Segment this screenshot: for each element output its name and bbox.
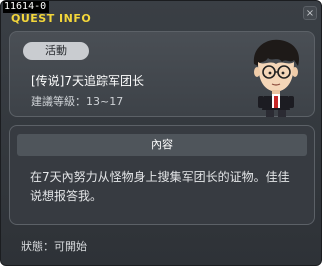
title-bar[interactable]: 11614-0 QUEST INFO × [1, 1, 321, 27]
quest-content-panel: 內容 在7天內努力从怪物身上搜集军团长的证物。佳佳说想报答我。 [9, 125, 315, 225]
close-icon: × [305, 8, 315, 19]
quest-status: 狀態：可開始 [21, 240, 87, 253]
close-button[interactable]: × [303, 6, 317, 20]
quest-summary-panel: 活動 [传说]7天追踪军团长 建議等級：13~17 [9, 31, 315, 117]
recommended-level: 建議等級：13~17 [31, 95, 124, 108]
category-badge: 活動 [23, 42, 89, 60]
npc-portrait-icon [253, 39, 300, 117]
quest-name: [传说]7天追踪军团长 [31, 74, 144, 88]
content-header: 內容 [17, 134, 307, 156]
quest-info-window: 11614-0 QUEST INFO × 活動 [传说]7天追踪军团长 建議等級… [0, 0, 322, 266]
content-description: 在7天內努力从怪物身上搜集军团长的证物。佳佳说想报答我。 [30, 170, 290, 203]
window-title: QUEST INFO [11, 12, 92, 25]
